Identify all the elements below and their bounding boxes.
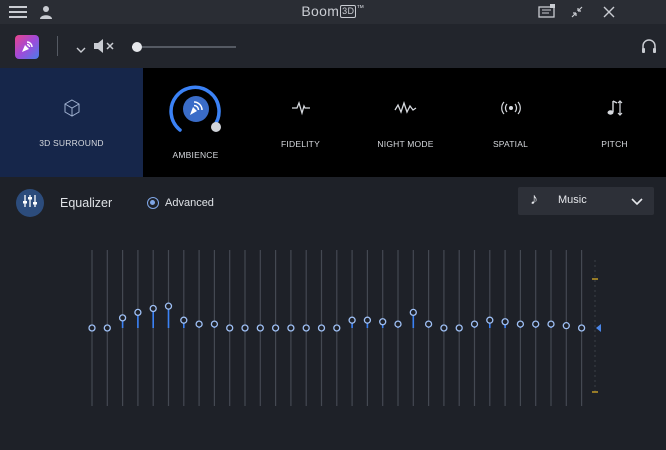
preset-value: Music [558, 194, 587, 206]
effect-pitch[interactable]: PITCH [563, 68, 666, 177]
eq-band-handle[interactable] [103, 324, 111, 332]
pitch-icon [605, 98, 625, 123]
toolbar [0, 24, 666, 68]
app-title: Boom 3D ™ [0, 3, 666, 19]
volume-slider-track[interactable] [132, 46, 236, 48]
effect-label: FIDELITY [281, 139, 320, 149]
effects-row: 3D SURROUND AMBIENCE FIDELITY NIGHT MODE [0, 68, 666, 177]
eq-band-handle[interactable] [547, 320, 555, 328]
eq-band-handle[interactable] [409, 308, 417, 317]
effect-ambience[interactable]: AMBIENCE [143, 68, 248, 177]
night-mode-icon [393, 100, 418, 121]
eq-band-handle[interactable] [455, 324, 463, 332]
feedback-icon[interactable] [538, 3, 556, 21]
chevron-down-icon [630, 194, 644, 212]
eq-band-handle[interactable] [501, 318, 509, 326]
eq-band-handle[interactable] [363, 316, 372, 324]
equalizer-bands [0, 240, 666, 415]
effect-label: AMBIENCE [172, 150, 219, 160]
eq-band-handle[interactable] [271, 324, 280, 332]
eq-band-handle[interactable] [440, 324, 448, 332]
advanced-label[interactable]: Advanced [165, 197, 214, 209]
effect-fidelity[interactable]: FIDELITY [248, 68, 353, 177]
equalizer-title: Equalizer [60, 196, 113, 210]
eq-band-handle[interactable] [562, 322, 570, 330]
effect-label: SPATIAL [492, 139, 529, 149]
gain-handle[interactable] [596, 324, 601, 332]
eq-band-handle[interactable] [287, 324, 295, 332]
eq-band-handle[interactable] [210, 320, 219, 328]
close-icon[interactable] [600, 3, 618, 21]
cube-icon [62, 98, 82, 123]
eq-band-handle[interactable] [180, 316, 188, 324]
eq-band-handle[interactable] [486, 316, 494, 324]
toolbar-divider [57, 36, 58, 56]
title-bar: Boom 3D ™ [0, 0, 666, 24]
effect-label: NIGHT MODE [377, 139, 434, 149]
spatial-icon [499, 100, 523, 121]
eq-band-handle[interactable] [226, 324, 234, 332]
equalizer-sliders-icon [22, 193, 38, 214]
app-title-badge: 3D [340, 5, 357, 18]
eq-band-handle[interactable] [302, 324, 310, 332]
effect-spatial[interactable]: SPATIAL [458, 68, 563, 177]
music-note-icon: ♪ [530, 191, 538, 208]
eq-band-handle[interactable] [241, 324, 249, 332]
eq-band-handle[interactable] [333, 324, 341, 332]
effect-3d-surround[interactable]: 3D SURROUND [0, 68, 143, 177]
eq-band-handle[interactable] [149, 304, 157, 313]
headphones-icon[interactable] [641, 38, 657, 59]
eq-band-handle[interactable] [164, 302, 173, 310]
effect-label: 3D SURROUND [39, 138, 104, 148]
eq-band-handle[interactable] [532, 320, 540, 328]
eq-band-handle[interactable] [317, 324, 326, 332]
effect-label: PITCH [601, 139, 628, 149]
boom-logo-icon[interactable] [15, 35, 39, 59]
eq-band-handle[interactable] [348, 316, 356, 324]
fidelity-icon [291, 100, 311, 121]
eq-band-handle[interactable] [516, 320, 525, 328]
eq-band-handle[interactable] [134, 308, 142, 317]
compact-mode-icon[interactable] [568, 3, 586, 21]
chevron-down-icon[interactable] [76, 41, 86, 59]
eq-band-handle[interactable] [577, 324, 586, 332]
equalizer-toggle-button[interactable] [16, 189, 44, 217]
preset-dropdown[interactable]: ♪ Music [518, 187, 654, 215]
advanced-radio[interactable] [147, 197, 159, 209]
eq-band-handle[interactable] [394, 320, 402, 328]
eq-band-handle[interactable] [256, 324, 264, 332]
eq-band-handle[interactable] [88, 324, 96, 332]
equalizer-header: Equalizer Advanced ♪ Music [0, 177, 666, 227]
app-title-text: Boom [301, 3, 340, 19]
trademark-symbol: ™ [356, 3, 365, 13]
eq-band-handle[interactable] [195, 320, 203, 328]
ambience-dial[interactable] [166, 82, 226, 147]
eq-band-handle[interactable] [379, 318, 387, 326]
eq-band-handle[interactable] [424, 320, 433, 328]
speaker-muted-icon[interactable] [93, 38, 115, 59]
eq-band-handle[interactable] [118, 314, 127, 322]
equalizer-svg [88, 250, 601, 406]
eq-band-handle[interactable] [470, 320, 479, 328]
effect-night-mode[interactable]: NIGHT MODE [353, 68, 458, 177]
volume-slider-handle[interactable] [132, 42, 143, 52]
